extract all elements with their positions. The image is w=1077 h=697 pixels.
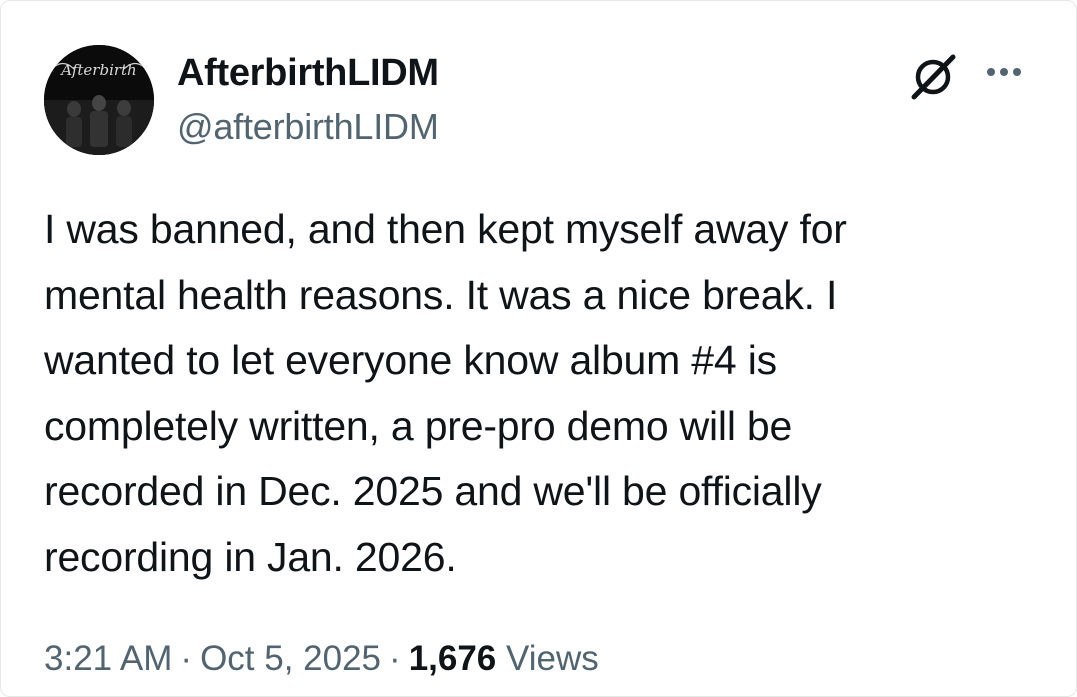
avatar-image: Afterbirth	[44, 45, 154, 155]
avatar-logo-text: Afterbirth	[59, 61, 136, 79]
grok-icon[interactable]	[906, 51, 960, 101]
views-count[interactable]: 1,676	[409, 639, 497, 678]
tweet-time[interactable]: 3:21 AM	[44, 639, 172, 678]
tweet-date[interactable]: Oct 5, 2025	[200, 639, 381, 678]
meta-separator: ·	[389, 639, 401, 678]
dot-icon	[1000, 68, 1008, 76]
author-names: AfterbirthLIDM @afterbirthLIDM	[177, 51, 439, 149]
display-name[interactable]: AfterbirthLIDM	[177, 51, 439, 95]
tweet-text: I was banned, and then kept myself away …	[44, 206, 847, 580]
tweet-meta: 3:21 AM · Oct 5, 2025 · 1,676 Views	[44, 636, 599, 682]
views-label[interactable]: Views	[506, 639, 599, 678]
dot-icon	[987, 68, 995, 76]
meta-separator: ·	[180, 639, 193, 678]
dot-icon	[1013, 68, 1021, 76]
user-handle[interactable]: @afterbirthLIDM	[177, 105, 439, 149]
avatar[interactable]: Afterbirth	[44, 45, 154, 155]
more-options-icon[interactable]	[987, 68, 1029, 82]
tweet-card: Afterbirth AfterbirthLIDM @afterbirthLID…	[0, 0, 1077, 697]
